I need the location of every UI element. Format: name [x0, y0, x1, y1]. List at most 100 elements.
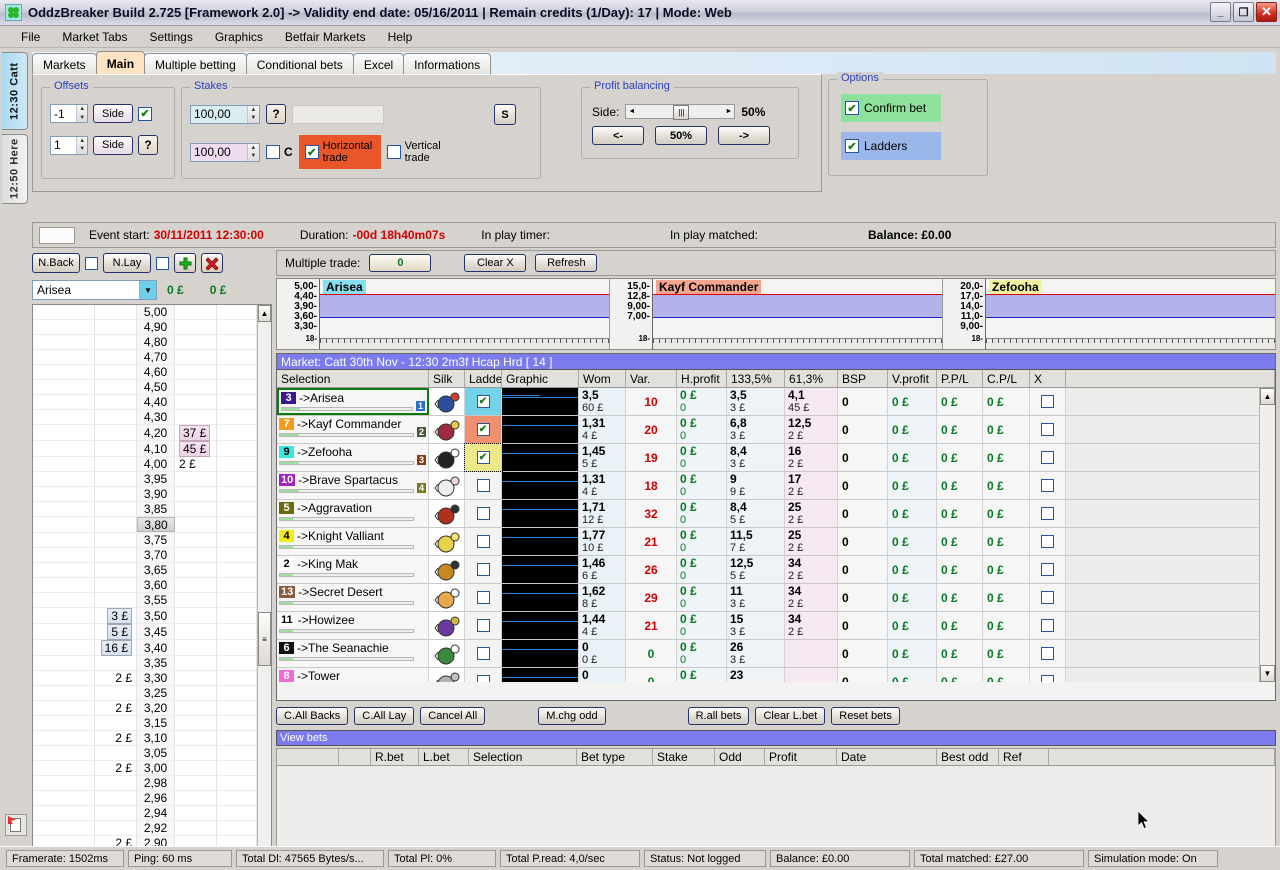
- ladder-cell-left[interactable]: [33, 335, 95, 349]
- table-row[interactable]: 9->Zefooha3✔1,455 £190 £08,43 £162 £00 £…: [277, 444, 1275, 472]
- ladder-lay-cell[interactable]: [175, 608, 217, 623]
- bets-column-header[interactable]: [1049, 749, 1275, 765]
- ladder-cell-right[interactable]: [217, 457, 257, 471]
- graph-plot-area[interactable]: Arisea: [319, 279, 609, 349]
- ladder-row[interactable]: 3,05: [33, 746, 257, 761]
- restore-button[interactable]: ❐: [1233, 2, 1254, 22]
- market-column-header[interactable]: Wom: [579, 370, 626, 387]
- ladder-cell-left[interactable]: [33, 533, 95, 547]
- p133-cell[interactable]: 11,57 £: [727, 528, 785, 555]
- table-row[interactable]: 10->Brave Spartacus41,314 £180 £099 £172…: [277, 472, 1275, 500]
- ladder-odd-cell[interactable]: 3,75: [137, 533, 175, 547]
- ladder-back-cell[interactable]: [95, 578, 137, 592]
- n-lay-checkbox[interactable]: [156, 257, 169, 270]
- ladder-lay-cell[interactable]: [175, 624, 217, 639]
- offset-row2-arrows[interactable]: ▲▼: [76, 137, 87, 154]
- market-grid-scrollbar[interactable]: ▲ ▼: [1259, 388, 1275, 682]
- ladder-odd-cell[interactable]: 4,60: [137, 365, 175, 379]
- ladder-scrollbar[interactable]: ▲ ≡ ▼: [257, 305, 271, 867]
- market-column-header[interactable]: C.P/L: [983, 370, 1030, 387]
- ladder-cell-left[interactable]: [33, 731, 95, 745]
- offset-row1-checkbox[interactable]: ✔: [138, 107, 152, 121]
- ladder-lay-cell[interactable]: [175, 335, 217, 349]
- p613-cell[interactable]: [785, 668, 838, 682]
- ladder-back-cell[interactable]: [95, 533, 137, 547]
- var-cell[interactable]: 21: [626, 612, 677, 639]
- c-pl-cell[interactable]: 0 £: [983, 668, 1030, 682]
- ladder-lay-cell[interactable]: [175, 701, 217, 715]
- ladder-row[interactable]: 2,98: [33, 776, 257, 791]
- h-profit-cell[interactable]: 0 £0: [677, 500, 727, 527]
- ladder-cell-right[interactable]: [217, 472, 257, 486]
- bsp-cell[interactable]: 0: [838, 416, 888, 443]
- v-profit-cell[interactable]: 0 £: [888, 640, 937, 667]
- ladder-cell-right[interactable]: [217, 380, 257, 394]
- bets-column-header[interactable]: Stake: [653, 749, 715, 765]
- ladder-cell-left[interactable]: [33, 656, 95, 670]
- ladder-row[interactable]: 5,00: [33, 305, 257, 320]
- ladder-row[interactable]: 3,65: [33, 563, 257, 578]
- bsp-cell[interactable]: 0: [838, 584, 888, 611]
- ladder-lay-cell[interactable]: [175, 320, 217, 334]
- ladder-lay-cell[interactable]: [175, 395, 217, 409]
- ladder-checkbox[interactable]: [477, 563, 490, 576]
- remove-selection-button[interactable]: [201, 253, 223, 273]
- h-profit-cell[interactable]: 0 £0: [677, 416, 727, 443]
- stake2-input[interactable]: [191, 144, 247, 161]
- ladder-scroll-thumb[interactable]: ≡: [258, 612, 271, 666]
- bets-column-header[interactable]: Bet type: [577, 749, 653, 765]
- balance-right-button[interactable]: ->: [718, 126, 770, 145]
- ladder-back-cell[interactable]: 5 £: [95, 624, 137, 639]
- inline-graph-cell[interactable]: [502, 668, 579, 682]
- ladder-cell-right[interactable]: [217, 395, 257, 409]
- ladder-lay-cell[interactable]: [175, 806, 217, 820]
- x-cell[interactable]: [1030, 472, 1066, 499]
- ladder-lay-cell[interactable]: [175, 472, 217, 486]
- c-pl-cell[interactable]: 0 £: [983, 388, 1030, 415]
- ladder-checkbox[interactable]: [477, 535, 490, 548]
- p-pl-cell[interactable]: 0 £: [937, 668, 983, 682]
- ladder-cell-left[interactable]: [33, 761, 95, 775]
- ladder-toggle-cell[interactable]: [465, 528, 502, 555]
- x-cell[interactable]: [1030, 668, 1066, 682]
- p613-cell[interactable]: [785, 640, 838, 667]
- x-checkbox[interactable]: [1041, 451, 1054, 464]
- ladder-checkbox[interactable]: [477, 479, 490, 492]
- ladder-cell-left[interactable]: [33, 701, 95, 715]
- bets-column-header[interactable]: Ref: [999, 749, 1049, 765]
- ladder-odd-cell[interactable]: 4,20: [137, 425, 175, 440]
- x-checkbox[interactable]: [1041, 563, 1054, 576]
- close-button[interactable]: ✕: [1256, 2, 1277, 22]
- ladder-odd-cell[interactable]: 3,95: [137, 472, 175, 486]
- ladder-lay-cell[interactable]: [175, 716, 217, 730]
- x-cell[interactable]: [1030, 444, 1066, 471]
- ladder-odd-cell[interactable]: 4,90: [137, 320, 175, 334]
- ladder-cell-left[interactable]: [33, 791, 95, 805]
- p133-cell[interactable]: 3,53 £: [727, 388, 785, 415]
- wom-cell[interactable]: 3,560 £: [579, 388, 626, 415]
- p-pl-cell[interactable]: 0 £: [937, 556, 983, 583]
- p-pl-cell[interactable]: 0 £: [937, 388, 983, 415]
- ladder-lay-cell[interactable]: [175, 410, 217, 424]
- x-checkbox[interactable]: [1041, 507, 1054, 520]
- ladder-cell-right[interactable]: [217, 656, 257, 670]
- ladder-row[interactable]: 4,50: [33, 380, 257, 395]
- p133-cell[interactable]: 263 £: [727, 640, 785, 667]
- ladder-odd-cell[interactable]: 3,15: [137, 716, 175, 730]
- h-profit-cell[interactable]: 0 £0: [677, 668, 727, 682]
- ladder-checkbox[interactable]: [477, 591, 490, 604]
- inline-graph-cell[interactable]: [502, 556, 579, 583]
- ladder-row[interactable]: 3 £3,50: [33, 608, 257, 624]
- ladder-cell-left[interactable]: [33, 380, 95, 394]
- ladder-cell-left[interactable]: [33, 578, 95, 592]
- ladders-row[interactable]: ✔ Ladders: [841, 132, 941, 160]
- ladder-back-cell[interactable]: [95, 548, 137, 562]
- profit-balancing-slider[interactable]: ◄ ||| ►: [625, 104, 735, 119]
- v-profit-cell[interactable]: 0 £: [888, 444, 937, 471]
- stake1-arrows[interactable]: ▲▼: [247, 106, 259, 123]
- p133-cell[interactable]: 99 £: [727, 472, 785, 499]
- ladder-cell-left[interactable]: [33, 425, 95, 440]
- x-checkbox[interactable]: [1041, 395, 1054, 408]
- market-column-header[interactable]: Var.: [626, 370, 677, 387]
- menu-item-help[interactable]: Help: [377, 28, 424, 46]
